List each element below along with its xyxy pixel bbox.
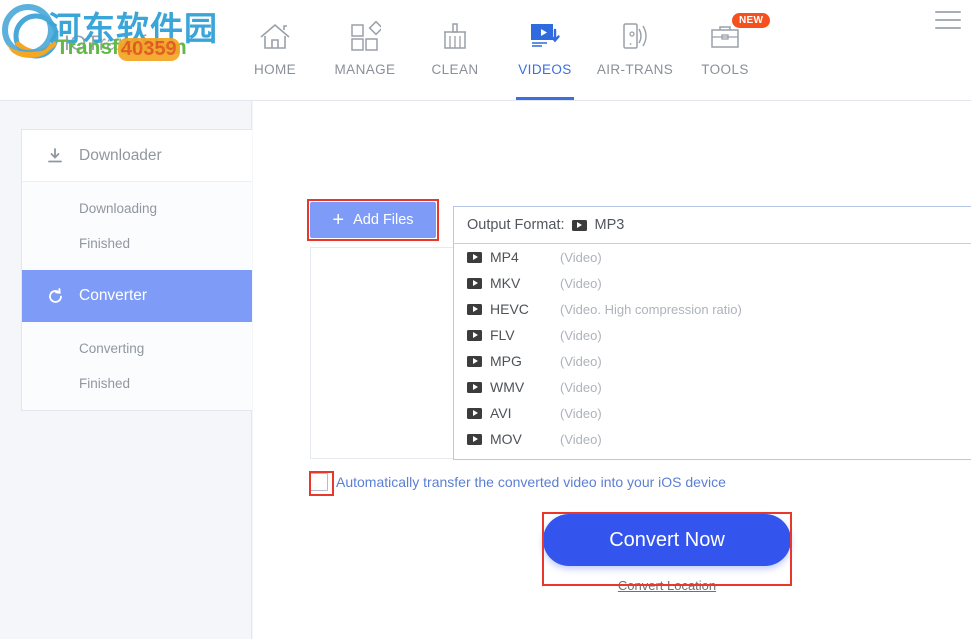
nav-item-videos[interactable]: VIDEOS (500, 0, 590, 100)
nav-label-clean: CLEAN (431, 62, 478, 77)
hamburger-line (935, 19, 961, 21)
format-option-mov[interactable]: MOV (Video) (454, 426, 971, 452)
nav-label-home: HOME (254, 62, 296, 77)
format-name: WMV (490, 379, 560, 395)
sidebar-label-converting: Converting (79, 341, 144, 356)
videos-download-icon (528, 19, 562, 53)
app-logo-text: IOTransfer (64, 32, 166, 56)
format-description: (Video) (560, 354, 602, 369)
sidebar-label-downloader: Downloader (79, 147, 162, 165)
clean-brush-icon (440, 19, 470, 53)
sidebar-spacer (22, 322, 252, 331)
sidebar-label-downloading: Downloading (79, 201, 157, 216)
sidebar-item-converter[interactable]: Converter (22, 270, 252, 322)
format-option-avi[interactable]: AVI (Video) (454, 400, 971, 426)
nav-label-manage: MANAGE (335, 62, 396, 77)
output-format-dropdown: Output Format: MP3 MP4 (Video) MKV (Vide… (453, 206, 971, 460)
format-option-mp4[interactable]: MP4 (Video) (454, 244, 971, 270)
nav-label-air-trans: AIR-TRANS (597, 62, 673, 77)
format-name: AVI (490, 405, 560, 421)
format-description: (Video) (560, 432, 602, 447)
add-files-label: Add Files (353, 212, 413, 228)
auto-transfer-row[interactable]: Automatically transfer the converted vid… (310, 473, 726, 491)
sidebar-spacer (22, 261, 252, 270)
nav-label-videos: VIDEOS (518, 62, 571, 77)
video-format-icon (467, 330, 482, 341)
nav-item-home[interactable]: HOME (230, 0, 320, 100)
hamburger-line (935, 11, 961, 13)
convert-area: Convert Now Convert Location (543, 514, 791, 593)
format-option-hevc[interactable]: HEVC (Video. High compression ratio) (454, 296, 971, 322)
format-option-wmv[interactable]: WMV (Video) (454, 374, 971, 400)
sidebar-item-downloader-finished[interactable]: Finished (22, 226, 252, 261)
nav-label-tools: TOOLS (701, 62, 749, 77)
home-icon (258, 19, 292, 53)
format-description: (Video. High compression ratio) (560, 302, 742, 317)
iotransfer-logo-icon (10, 12, 62, 62)
nav-item-air-trans[interactable]: AIR-TRANS (590, 0, 680, 100)
hamburger-line (935, 27, 961, 29)
convert-refresh-icon (45, 288, 65, 305)
format-name: HEVC (490, 301, 560, 317)
sidebar-spacer (22, 182, 252, 191)
sidebar-item-downloader[interactable]: Downloader (22, 130, 252, 182)
sidebar: Downloader Downloading Finished Converte… (0, 101, 252, 639)
video-format-icon (572, 220, 587, 231)
plus-icon: + (332, 210, 344, 230)
video-format-icon (467, 356, 482, 367)
hamburger-menu-icon[interactable] (935, 11, 961, 29)
manage-grid-icon (349, 19, 381, 53)
output-format-header[interactable]: Output Format: MP3 (454, 207, 971, 244)
top-navigation-bar: IOTransfer 河东软件园 Transfer.com 40359 HOME (0, 0, 971, 101)
add-files-button[interactable]: + Add Files (310, 202, 436, 238)
video-format-icon (467, 252, 482, 263)
add-files-container: + Add Files (310, 202, 436, 238)
sidebar-panel: Downloader Downloading Finished Converte… (21, 129, 252, 411)
sidebar-label-converter-finished: Finished (79, 376, 130, 391)
main-content: + Add Files Output Format: MP3 MP4 (Vide… (253, 101, 971, 639)
sidebar-item-downloading[interactable]: Downloading (22, 191, 252, 226)
sidebar-item-converting[interactable]: Converting (22, 331, 252, 366)
sidebar-label-downloader-finished: Finished (79, 236, 130, 251)
convert-location-link[interactable]: Convert Location (618, 578, 716, 593)
auto-transfer-checkbox[interactable] (310, 473, 328, 491)
format-description: (Video) (560, 328, 602, 343)
format-name: FLV (490, 327, 560, 343)
nav-items-container: HOME MANAGE CL (230, 0, 770, 100)
format-option-mpg[interactable]: MPG (Video) (454, 348, 971, 374)
format-option-flv[interactable]: FLV (Video) (454, 322, 971, 348)
format-name: MKV (490, 275, 560, 291)
format-description: (Video) (560, 380, 602, 395)
format-description: (Video) (560, 250, 602, 265)
video-format-icon (467, 278, 482, 289)
format-description: (Video) (560, 406, 602, 421)
video-format-icon (467, 382, 482, 393)
video-format-icon (467, 408, 482, 419)
download-icon (45, 148, 65, 164)
format-name: MP4 (490, 249, 560, 265)
sidebar-item-converter-finished[interactable]: Finished (22, 366, 252, 401)
app-logo[interactable]: IOTransfer (6, 6, 216, 68)
air-trans-wireless-icon (618, 19, 652, 53)
file-list-panel[interactable] (310, 247, 457, 459)
active-tab-underline (516, 97, 574, 100)
format-description: (Video) (560, 276, 602, 291)
format-name: MOV (490, 431, 560, 447)
nav-item-manage[interactable]: MANAGE (320, 0, 410, 100)
output-format-label: Output Format: (467, 217, 565, 233)
video-format-icon (467, 304, 482, 315)
format-name: MPG (490, 353, 560, 369)
output-format-value: MP3 (595, 217, 625, 233)
convert-now-button[interactable]: Convert Now (543, 514, 791, 566)
format-option-mkv[interactable]: MKV (Video) (454, 270, 971, 296)
dropdown-bottom-spacer (454, 452, 971, 459)
sidebar-spacer (22, 401, 252, 410)
nav-item-tools[interactable]: TOOLS NEW (680, 0, 770, 100)
sidebar-label-converter: Converter (79, 287, 147, 305)
new-badge: NEW (732, 13, 770, 28)
auto-transfer-label: Automatically transfer the converted vid… (336, 474, 726, 490)
video-format-icon (467, 434, 482, 445)
nav-item-clean[interactable]: CLEAN (410, 0, 500, 100)
